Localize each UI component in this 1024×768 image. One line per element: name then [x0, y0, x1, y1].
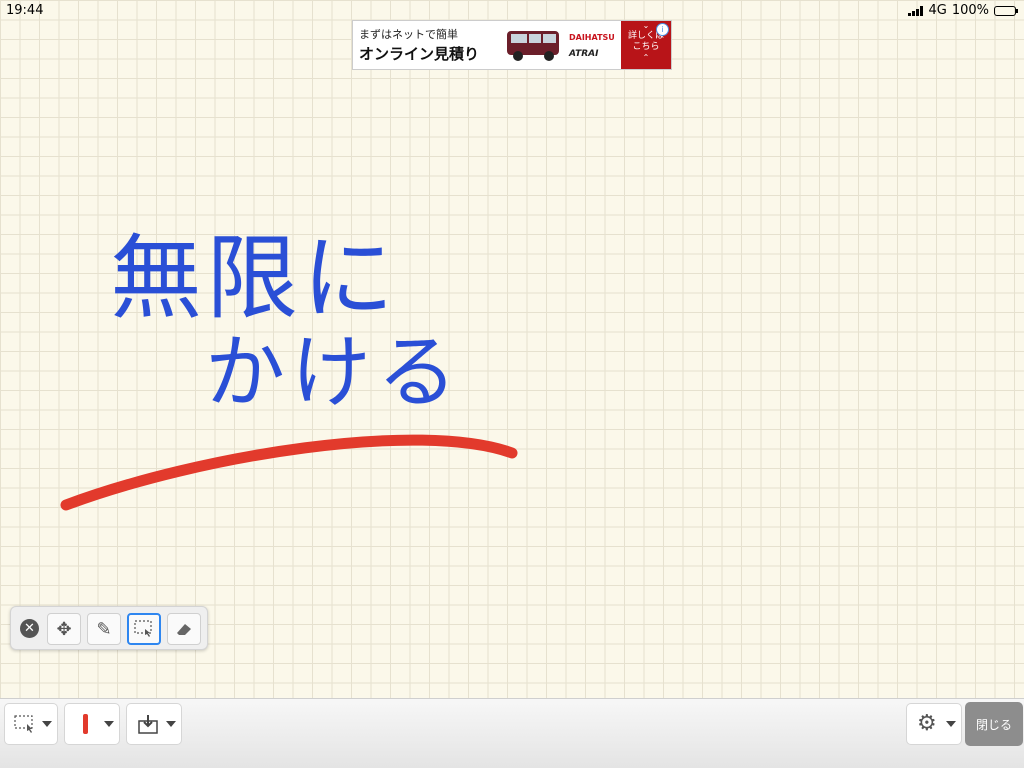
- chevron-down-icon: [42, 721, 52, 727]
- drawing-canvas[interactable]: 無限に かける: [0, 0, 1024, 698]
- move-tool-button[interactable]: ✥: [47, 613, 81, 645]
- selection-mode-button[interactable]: [4, 703, 58, 745]
- import-button[interactable]: [126, 703, 182, 745]
- close-button[interactable]: 閉じる: [965, 702, 1023, 746]
- gear-icon: ⚙: [917, 711, 937, 736]
- selection-icon: [14, 715, 33, 733]
- pen-color-swatch: [83, 714, 88, 734]
- eraser-icon: [177, 624, 191, 635]
- chevron-down-icon: [166, 721, 176, 727]
- pen-color-button[interactable]: [64, 703, 120, 745]
- settings-button[interactable]: ⚙: [906, 703, 962, 745]
- select-tool-button[interactable]: [127, 613, 161, 645]
- import-icon: [138, 715, 158, 734]
- move-icon: ✥: [56, 618, 72, 640]
- selection-icon: [134, 620, 152, 637]
- close-icon[interactable]: ✕: [20, 619, 39, 638]
- handwriting-line-1: 無限に: [110, 225, 398, 332]
- red-ink-stroke: [60, 434, 518, 511]
- pen-tool-button[interactable]: ✎: [87, 613, 121, 645]
- tool-palette: ✕ ✥ ✎: [10, 606, 208, 650]
- handwriting-line-2: かける: [205, 326, 463, 419]
- bottom-toolbar: ⚙ 閉じる: [0, 698, 1024, 768]
- chevron-down-icon: [946, 721, 956, 727]
- chevron-down-icon: [104, 721, 114, 727]
- pen-icon: ✎: [96, 618, 112, 640]
- eraser-tool-button[interactable]: [167, 613, 201, 645]
